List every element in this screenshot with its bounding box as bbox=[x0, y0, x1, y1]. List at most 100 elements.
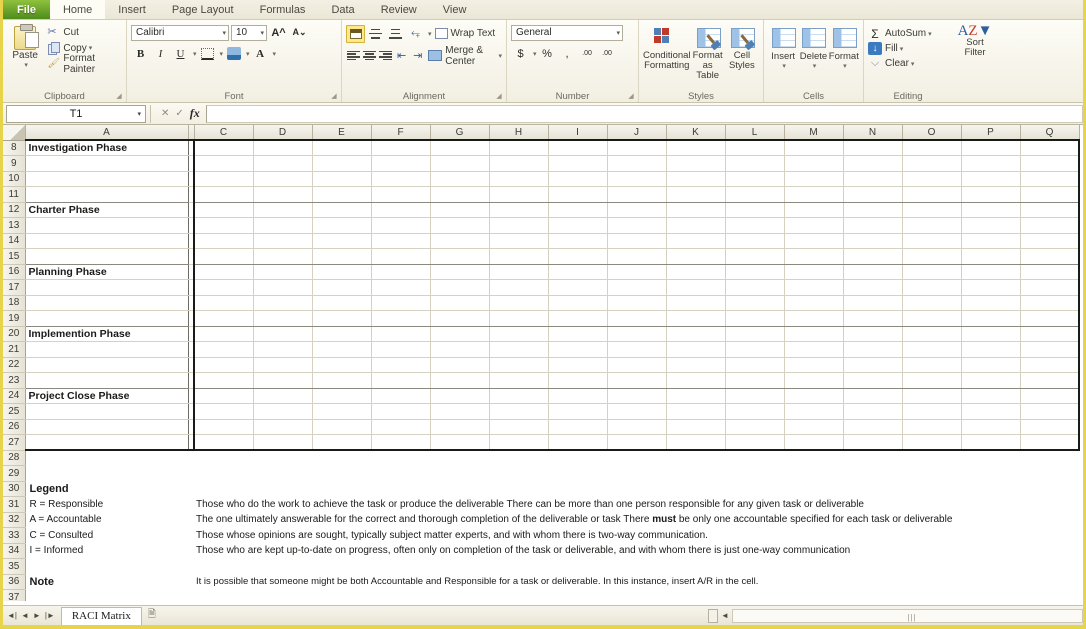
scroll-split-handle[interactable] bbox=[708, 608, 718, 623]
matrix-cell-D22[interactable] bbox=[253, 357, 313, 373]
empty-cell[interactable] bbox=[961, 481, 1020, 497]
chevron-down-icon[interactable]: ▾ bbox=[782, 62, 786, 70]
task-cell-13[interactable] bbox=[25, 217, 189, 234]
matrix-cell-E21[interactable] bbox=[312, 341, 372, 358]
matrix-cell-J16[interactable] bbox=[607, 264, 667, 280]
matrix-cell-D19[interactable] bbox=[253, 310, 313, 327]
matrix-cell-O15[interactable] bbox=[902, 248, 962, 265]
legend-key-32[interactable]: A = Accountable bbox=[25, 512, 188, 528]
chevron-down-icon[interactable]: ▾ bbox=[273, 50, 277, 58]
empty-cell[interactable] bbox=[548, 559, 607, 575]
chevron-down-icon[interactable]: ▾ bbox=[911, 60, 915, 68]
column-header-P[interactable]: P bbox=[961, 125, 1021, 141]
matrix-cell-J26[interactable] bbox=[607, 419, 667, 435]
empty-cell[interactable] bbox=[666, 466, 725, 482]
matrix-cell-O14[interactable] bbox=[902, 233, 962, 249]
chevron-down-icon[interactable]: ▾ bbox=[428, 30, 432, 38]
matrix-cell-K14[interactable] bbox=[666, 233, 726, 249]
matrix-cell-I15[interactable] bbox=[548, 248, 608, 265]
row-header-19[interactable]: 19 bbox=[3, 310, 26, 327]
matrix-cell-P25[interactable] bbox=[961, 403, 1021, 420]
matrix-cell-D20[interactable] bbox=[253, 326, 313, 342]
matrix-cell-K25[interactable] bbox=[666, 403, 726, 420]
empty-cell[interactable] bbox=[430, 450, 489, 466]
matrix-cell-I24[interactable] bbox=[548, 388, 608, 404]
matrix-cell-E27[interactable] bbox=[312, 434, 372, 451]
empty-cell[interactable] bbox=[489, 481, 548, 497]
matrix-cell-J22[interactable] bbox=[607, 357, 667, 373]
decrease-indent-button[interactable]: ⇤ bbox=[394, 47, 409, 65]
chevron-down-icon[interactable]: ▾ bbox=[220, 50, 224, 58]
empty-cell[interactable] bbox=[430, 559, 489, 575]
matrix-cell-C21[interactable] bbox=[194, 341, 254, 358]
align-top-button[interactable] bbox=[346, 24, 365, 43]
empty-cell[interactable] bbox=[194, 481, 253, 497]
matrix-cell-N15[interactable] bbox=[843, 248, 903, 265]
matrix-cell-F26[interactable] bbox=[371, 419, 431, 435]
matrix-cell-E22[interactable] bbox=[312, 357, 372, 373]
matrix-cell-N18[interactable] bbox=[843, 295, 903, 311]
row-header-8[interactable]: 8 bbox=[3, 140, 26, 156]
increase-indent-button[interactable]: ⇥ bbox=[410, 47, 425, 65]
matrix-cell-Q18[interactable] bbox=[1020, 295, 1080, 311]
matrix-cell-D8[interactable] bbox=[253, 139, 313, 156]
matrix-cell-Q22[interactable] bbox=[1020, 357, 1080, 373]
empty-cell[interactable] bbox=[902, 450, 961, 466]
legend-desc-32[interactable]: The one ultimately answerable for the co… bbox=[194, 512, 1079, 528]
legend-desc-33[interactable]: Those whose opinions are sought, typical… bbox=[194, 528, 1079, 544]
matrix-cell-I25[interactable] bbox=[548, 403, 608, 420]
matrix-cell-I20[interactable] bbox=[548, 326, 608, 342]
matrix-cell-N10[interactable] bbox=[843, 171, 903, 187]
matrix-cell-P16[interactable] bbox=[961, 264, 1021, 280]
matrix-cell-H16[interactable] bbox=[489, 264, 549, 280]
matrix-cell-N9[interactable] bbox=[843, 155, 903, 172]
empty-cell[interactable] bbox=[253, 590, 312, 602]
matrix-cell-C24[interactable] bbox=[194, 388, 254, 404]
matrix-cell-I8[interactable] bbox=[548, 139, 608, 156]
matrix-cell-N11[interactable] bbox=[843, 186, 903, 203]
matrix-cell-C13[interactable] bbox=[194, 217, 254, 234]
matrix-cell-G9[interactable] bbox=[430, 155, 490, 172]
matrix-cell-G8[interactable] bbox=[430, 139, 490, 156]
empty-cell[interactable] bbox=[607, 590, 666, 602]
matrix-cell-F9[interactable] bbox=[371, 155, 431, 172]
matrix-cell-G13[interactable] bbox=[430, 217, 490, 234]
matrix-cell-H11[interactable] bbox=[489, 186, 549, 203]
matrix-cell-J8[interactable] bbox=[607, 139, 667, 156]
matrix-cell-J24[interactable] bbox=[607, 388, 667, 404]
cut-button[interactable]: Cut bbox=[47, 25, 122, 39]
merge-center-button[interactable]: Merge & Center ▾ bbox=[426, 45, 502, 67]
empty-cell[interactable] bbox=[784, 466, 843, 482]
matrix-cell-G11[interactable] bbox=[430, 186, 490, 203]
matrix-cell-H25[interactable] bbox=[489, 403, 549, 420]
phase-cell-12[interactable]: Charter Phase bbox=[25, 202, 189, 218]
task-cell-26[interactable] bbox=[25, 419, 189, 435]
matrix-cell-L10[interactable] bbox=[725, 171, 785, 187]
matrix-cell-E16[interactable] bbox=[312, 264, 372, 280]
matrix-cell-O10[interactable] bbox=[902, 171, 962, 187]
empty-cell[interactable] bbox=[1020, 481, 1079, 497]
empty-cell[interactable] bbox=[312, 559, 371, 575]
row-header-34[interactable]: 34 bbox=[3, 543, 26, 559]
matrix-cell-C20[interactable] bbox=[194, 326, 254, 342]
matrix-cell-K24[interactable] bbox=[666, 388, 726, 404]
legend-key-34[interactable]: I = Informed bbox=[25, 543, 188, 559]
matrix-cell-M20[interactable] bbox=[784, 326, 844, 342]
matrix-cell-D16[interactable] bbox=[253, 264, 313, 280]
empty-cell[interactable] bbox=[194, 590, 253, 602]
matrix-cell-L11[interactable] bbox=[725, 186, 785, 203]
matrix-cell-Q23[interactable] bbox=[1020, 372, 1080, 389]
matrix-cell-P20[interactable] bbox=[961, 326, 1021, 342]
matrix-cell-M11[interactable] bbox=[784, 186, 844, 203]
matrix-cell-L13[interactable] bbox=[725, 217, 785, 234]
matrix-cell-N20[interactable] bbox=[843, 326, 903, 342]
matrix-cell-N8[interactable] bbox=[843, 139, 903, 156]
matrix-cell-P17[interactable] bbox=[961, 279, 1021, 296]
grow-font-button[interactable]: A^ bbox=[269, 24, 288, 42]
matrix-cell-K19[interactable] bbox=[666, 310, 726, 327]
matrix-cell-D10[interactable] bbox=[253, 171, 313, 187]
matrix-cell-L14[interactable] bbox=[725, 233, 785, 249]
matrix-cell-F11[interactable] bbox=[371, 186, 431, 203]
column-header-A[interactable]: A bbox=[25, 125, 189, 141]
empty-cell[interactable] bbox=[902, 466, 961, 482]
